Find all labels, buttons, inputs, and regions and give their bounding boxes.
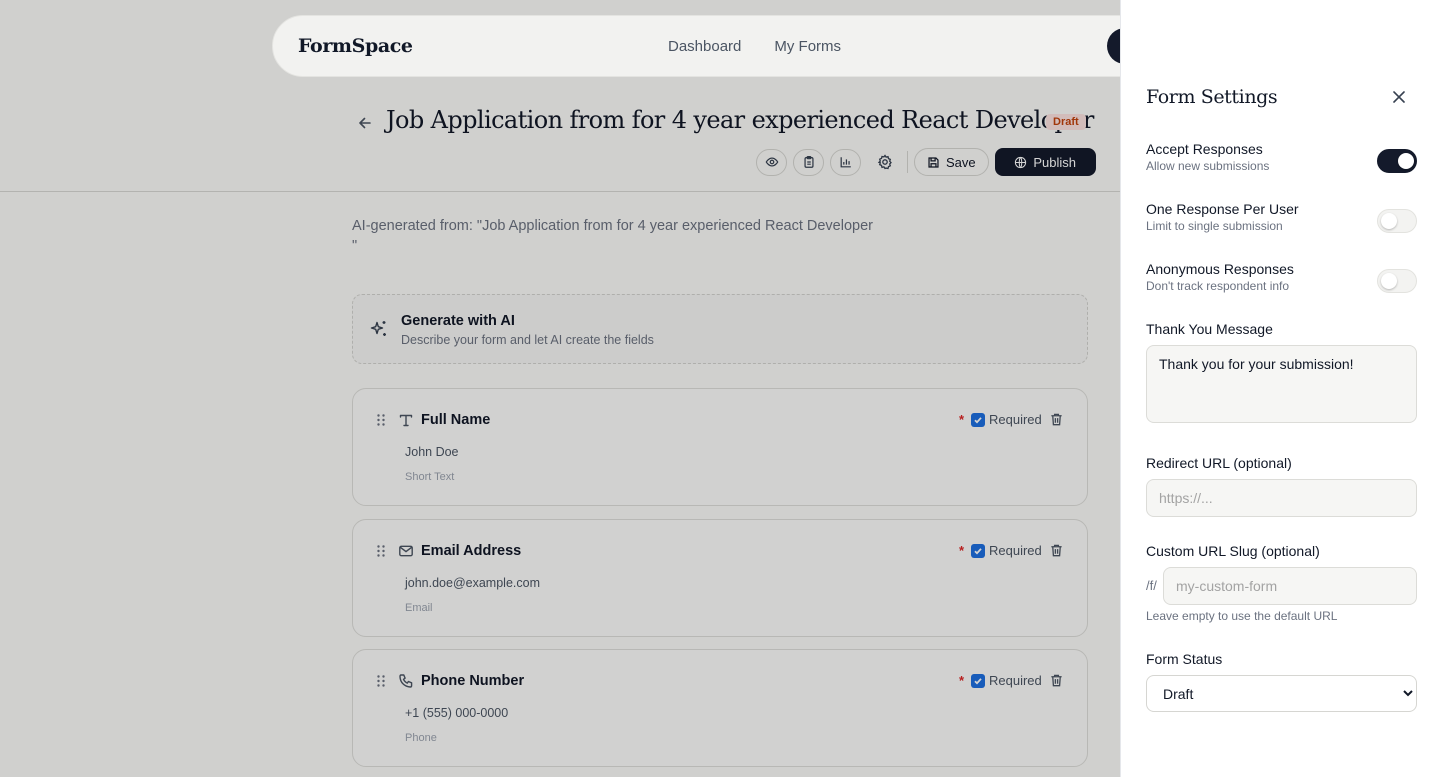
custom-slug-input[interactable] xyxy=(1163,567,1417,605)
redirect-url-label: Redirect URL (optional) xyxy=(1146,455,1292,471)
top-nav: FormSpace Dashboard My Forms A xyxy=(272,15,1168,77)
thank-you-label: Thank You Message xyxy=(1146,321,1273,337)
anonymous-responses-toggle[interactable] xyxy=(1377,269,1417,293)
nav-links: Dashboard My Forms xyxy=(668,38,841,55)
toggle-knob xyxy=(1381,273,1397,289)
setting-label: Accept Responses xyxy=(1146,141,1263,157)
close-button[interactable] xyxy=(1389,87,1409,107)
redirect-url-input[interactable] xyxy=(1146,479,1417,517)
slug-help-text: Leave empty to use the default URL xyxy=(1146,609,1338,623)
form-status-select[interactable]: Draft xyxy=(1146,675,1417,712)
modal-backdrop[interactable] xyxy=(0,0,1120,777)
toggle-knob xyxy=(1381,213,1397,229)
custom-slug-label: Custom URL Slug (optional) xyxy=(1146,543,1320,559)
form-status-label: Form Status xyxy=(1146,651,1223,667)
setting-accept-responses: Accept Responses Allow new submissions xyxy=(1146,141,1417,177)
logo[interactable]: FormSpace xyxy=(298,35,413,57)
setting-label: One Response Per User xyxy=(1146,201,1299,217)
one-response-toggle[interactable] xyxy=(1377,209,1417,233)
accept-responses-toggle[interactable] xyxy=(1377,149,1417,173)
form-settings-drawer: Form Settings Accept Responses Allow new… xyxy=(1120,0,1440,777)
slug-prefix: /f/ xyxy=(1146,578,1157,593)
thank-you-message-textarea[interactable]: Thank you for your submission! xyxy=(1146,345,1417,423)
nav-link-my-forms[interactable]: My Forms xyxy=(774,38,841,55)
setting-description: Limit to single submission xyxy=(1146,219,1283,233)
setting-anonymous-responses: Anonymous Responses Don't track responde… xyxy=(1146,261,1417,297)
setting-one-response-per-user: One Response Per User Limit to single su… xyxy=(1146,201,1417,237)
setting-description: Don't track respondent info xyxy=(1146,279,1290,293)
setting-description: Allow new submissions xyxy=(1146,159,1270,173)
close-icon xyxy=(1393,91,1405,103)
toggle-knob xyxy=(1398,153,1414,169)
setting-label: Anonymous Responses xyxy=(1146,261,1294,277)
drawer-title: Form Settings xyxy=(1146,86,1278,108)
nav-link-dashboard[interactable]: Dashboard xyxy=(668,38,741,55)
